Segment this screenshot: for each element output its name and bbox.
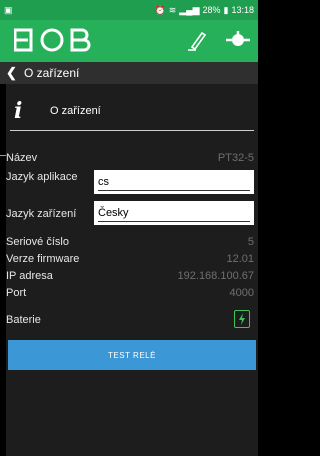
status-bar: ▣ ⏰ ≋ ▂▄▆ 28% ▮ 13:18: [0, 0, 258, 20]
battery-charging-icon: [234, 310, 250, 328]
input-underline: [98, 221, 250, 222]
value-port: 4000: [229, 287, 254, 299]
device-info-panel: i O zařízení Název PT32-5 Jazyk aplikace…: [6, 84, 258, 456]
label-baterie: Baterie: [6, 314, 41, 326]
header-divider: [10, 130, 254, 131]
label-jazyk-zarizeni: Jazyk zařízení: [6, 208, 77, 220]
label-ip-adresa: IP adresa: [6, 270, 53, 282]
info-icon: i: [14, 98, 23, 124]
nav-bar[interactable]: ❮ O zařízení: [0, 62, 258, 84]
label-seriove-cislo: Seriové číslo: [6, 236, 69, 248]
value-ip-adresa: 192.168.100.67: [177, 270, 254, 282]
image-icon: ▣: [4, 4, 13, 15]
test-relay-button[interactable]: TEST RELÉ: [8, 340, 256, 370]
nav-title: O zařízení: [24, 66, 80, 80]
plug-icon[interactable]: [226, 29, 250, 51]
battery-percent: 28%: [202, 5, 221, 15]
clock: 13:18: [231, 5, 254, 15]
label-port: Port: [6, 287, 27, 299]
alarm-icon: ⏰: [154, 4, 166, 15]
label-jazyk-aplikace: Jazyk aplikace: [6, 171, 78, 183]
eob-logo: [14, 28, 91, 52]
chevron-left-icon[interactable]: ❮: [6, 65, 20, 81]
section-header: i O zařízení: [14, 98, 101, 124]
section-title: O zařízení: [50, 105, 101, 117]
app-toolbar: [0, 20, 258, 62]
value-seriove-cislo: 5: [247, 236, 254, 248]
signal-icon: ▂▄▆: [179, 4, 200, 15]
label-verze-firmware: Verze firmware: [6, 253, 80, 265]
value-nazev: PT32-5: [217, 152, 254, 164]
value-verze-firmware: 12.01: [226, 253, 254, 265]
label-nazev: Název: [6, 152, 38, 164]
pencil-icon[interactable]: [186, 29, 208, 51]
input-underline: [98, 190, 250, 191]
wifi-icon: ≋: [168, 4, 177, 15]
battery-icon: ▮: [223, 4, 229, 15]
